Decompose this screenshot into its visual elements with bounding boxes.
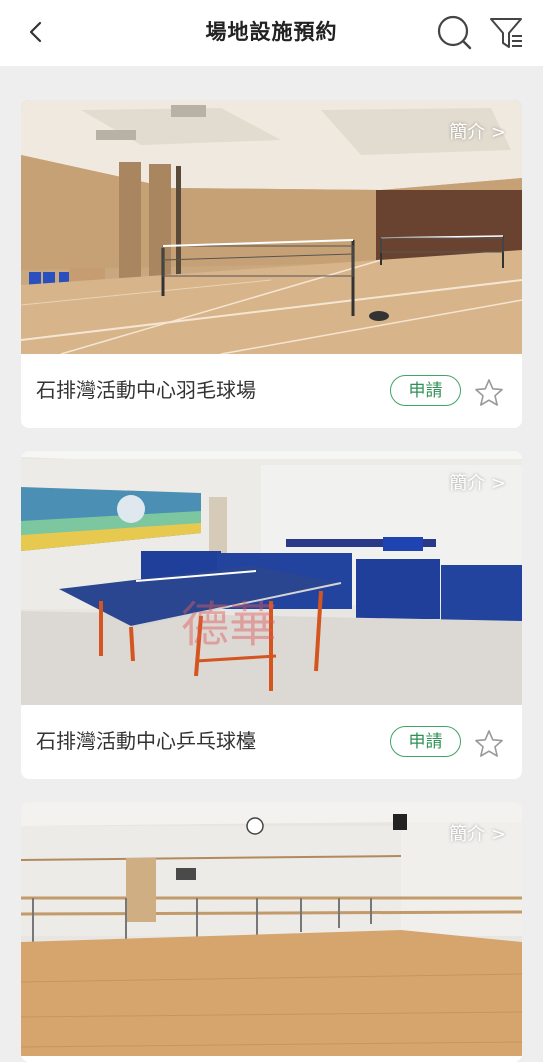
intro-link[interactable]: 簡介 > (449, 469, 506, 495)
star-outline-icon (475, 379, 503, 406)
favorite-button[interactable] (473, 728, 505, 760)
apply-button[interactable]: 申請 (390, 726, 461, 757)
facility-name: 石排灣活動中心乒乓球檯 (36, 729, 256, 753)
intro-link[interactable]: 簡介 > (449, 820, 506, 846)
facility-photo-table-tennis[interactable]: 德華 (21, 451, 522, 705)
filter-button[interactable] (488, 14, 526, 52)
facility-photo-dance-room[interactable] (21, 802, 522, 1056)
watermark: 德華 (181, 597, 277, 653)
intro-link[interactable]: 簡介 > (449, 118, 506, 144)
search-button[interactable] (436, 14, 474, 52)
filter-icon (490, 18, 522, 48)
star-outline-icon (475, 730, 503, 757)
favorite-button[interactable] (473, 377, 505, 409)
facility-card[interactable]: 德華 簡介 > 石排灣活動中心乒乓球檯 申請 (21, 451, 522, 779)
search-icon (437, 15, 472, 50)
facility-card[interactable]: 簡介 > (21, 802, 522, 1062)
facility-photo-badminton[interactable] (21, 100, 522, 354)
facility-card[interactable]: 簡介 > 石排灣活動中心羽毛球場 申請 (21, 100, 522, 428)
facility-name: 石排灣活動中心羽毛球場 (36, 378, 256, 402)
apply-button[interactable]: 申請 (390, 375, 461, 406)
app-header: 場地設施預約 (0, 0, 543, 66)
